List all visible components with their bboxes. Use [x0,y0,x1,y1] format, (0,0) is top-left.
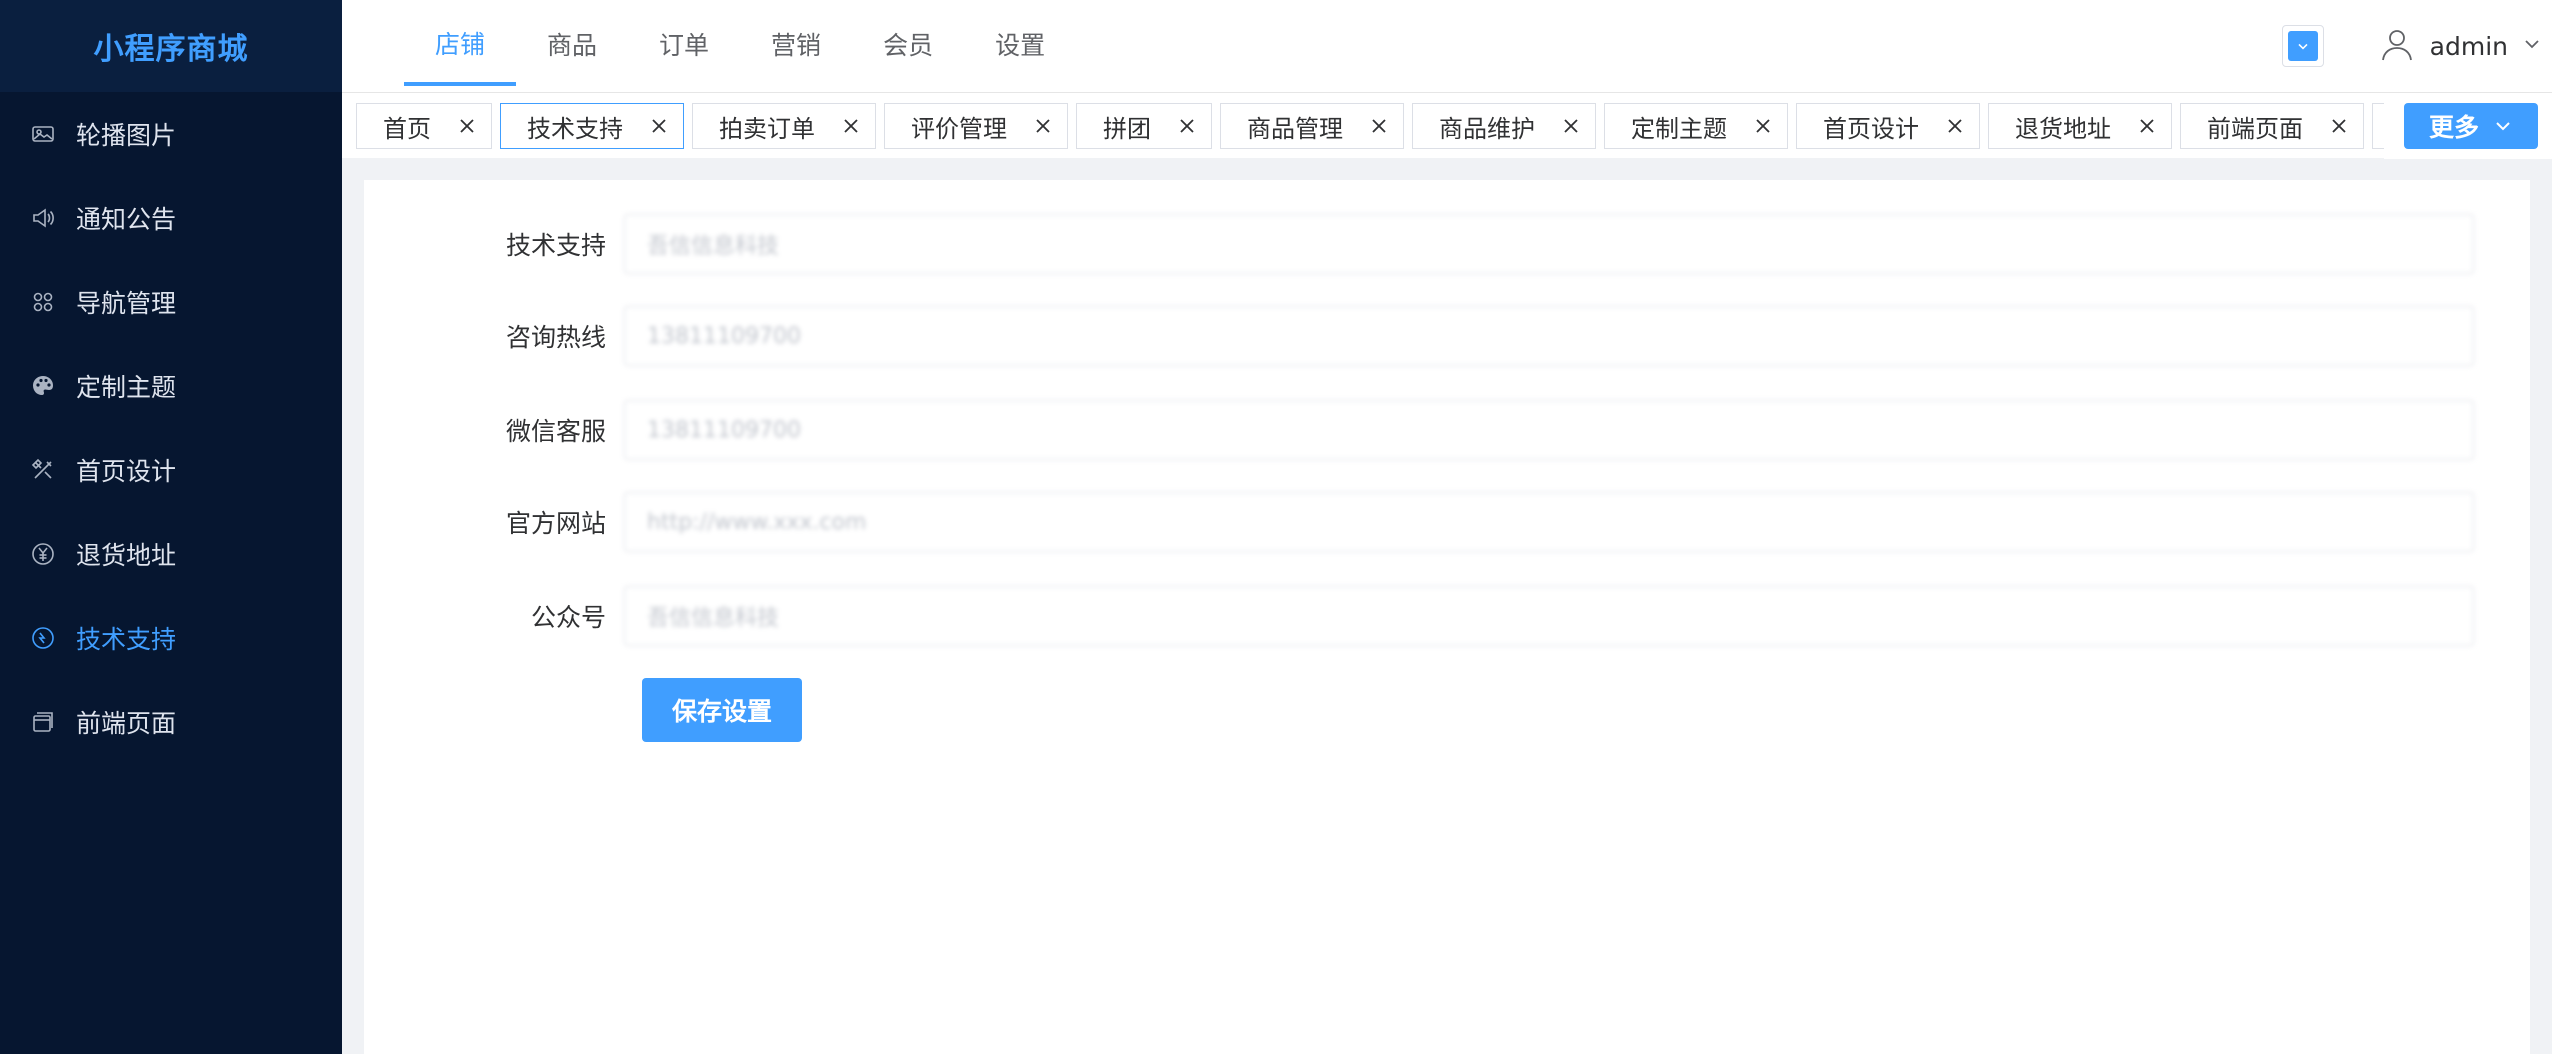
website-input[interactable] [624,492,2474,552]
nav-item-settings[interactable]: 设置 [964,0,1076,88]
close-icon[interactable] [457,116,477,136]
tab-label: 商品管理 [1247,114,1343,143]
picture-icon [30,121,56,147]
settings-form-panel: 技术支持 咨询热线 微信客服 官方网站 公众号 保存设置 [364,180,2530,1054]
nav-item-products[interactable]: 商品 [516,0,628,88]
chevron-down-icon [2496,122,2510,131]
close-icon[interactable] [649,116,669,136]
logo: 小程序商城 [0,0,342,92]
app-root: 小程序商城 轮播图片 通知公告 导航管理 定制主题 首页设计 退货地址 技术支持… [0,0,2552,1054]
sidebar-item-label: 退货地址 [76,541,177,570]
user-avatar-icon [2378,25,2416,67]
hotline-input[interactable] [624,306,2474,366]
tab-label: 退货地址 [2015,114,2111,143]
tab-auction-orders[interactable]: 拍卖订单 [692,103,876,149]
sidebar-item-label: 轮播图片 [76,121,177,150]
nav-item-members[interactable]: 会员 [852,0,964,88]
field-label: 公众号 [530,603,606,632]
tab-label: 首页 [383,114,431,143]
sidebar-item-label: 技术支持 [76,625,177,654]
tab-label: 前端页面 [2207,114,2303,143]
tab-reviews[interactable]: 评价管理 [884,103,1068,149]
tab-group-buy[interactable]: 拼团 [1076,103,1212,149]
close-icon[interactable] [1561,116,1581,136]
sidebar-item-label: 前端页面 [76,709,177,738]
form-row-tech-support: 技术支持 [364,214,2474,274]
form-row-wechat-service: 微信客服 [364,400,2474,460]
header-right: admin [2281,0,2552,92]
chevron-down-icon [2287,31,2318,61]
tab-tech-support[interactable]: 技术支持 [500,103,684,149]
more-tabs-button[interactable]: 更多 [2404,103,2538,149]
save-settings-button[interactable]: 保存设置 [642,678,802,742]
close-icon[interactable] [1945,116,1965,136]
tab-home-design[interactable]: 首页设计 [1796,103,1980,149]
field-label: 微信客服 [505,417,606,446]
tab-product-maintenance[interactable]: 商品维护 [1412,103,1596,149]
close-icon[interactable] [1177,116,1197,136]
sidebar-item-return-address[interactable]: 退货地址 [0,512,342,596]
sidebar-item-navigation[interactable]: 导航管理 [0,260,342,344]
tab-label: 首页设计 [1823,114,1919,143]
tab-label: 拼团 [1103,114,1151,143]
tab-label: 商品维护 [1439,114,1535,143]
yen-circle-icon [30,541,56,567]
sidebar-item-notice[interactable]: 通知公告 [0,176,342,260]
sidebar-item-home-design[interactable]: 首页设计 [0,428,342,512]
close-icon[interactable] [2329,116,2349,136]
top-header: 店铺 商品 订单 营销 会员 设置 admin [342,0,2552,92]
sidebar-item-label: 定制主题 [76,373,177,402]
tab-label: 拍卖订单 [719,114,815,143]
field-label: 官方网站 [505,509,606,538]
sidebar-item-label: 通知公告 [76,205,177,234]
palette-icon [30,373,56,399]
top-nav: 店铺 商品 订单 营销 会员 设置 [404,0,1076,92]
close-icon[interactable] [2137,116,2157,136]
tab-label: 定制主题 [1631,114,1727,143]
grid-icon [30,289,56,315]
tab-label: 技术支持 [527,114,623,143]
field-label: 技术支持 [505,231,606,260]
tab-custom-theme[interactable]: 定制主题 [1604,103,1788,149]
sidebar-item-tech-support[interactable]: 技术支持 [0,596,342,680]
more-label: 更多 [2428,113,2479,142]
form-row-hotline: 咨询热线 [364,306,2474,366]
tech-support-input[interactable] [624,214,2474,274]
chevron-down-icon [2522,34,2542,58]
sidebar-item-label: 导航管理 [76,289,177,318]
close-icon[interactable] [1753,116,1773,136]
tab-frontend-pages[interactable]: 前端页面 [2180,103,2364,149]
close-icon[interactable] [1033,116,1053,136]
nav-item-store[interactable]: 店铺 [404,0,517,86]
wechat-service-input[interactable] [624,400,2474,460]
nav-item-marketing[interactable]: 营销 [740,0,852,88]
support-icon [30,625,56,651]
form-row-official-account: 公众号 [364,586,2474,646]
form-row-website: 官方网站 [364,492,2474,552]
tab-label: 评价管理 [911,114,1007,143]
sidebar-item-label: 首页设计 [76,457,177,486]
field-label: 咨询热线 [505,323,606,352]
dropdown-toggle-button[interactable] [2281,25,2324,67]
sidebar-menu: 轮播图片 通知公告 导航管理 定制主题 首页设计 退货地址 技术支持 前端页面 [0,92,342,764]
user-menu[interactable]: admin [2378,25,2542,67]
official-account-input[interactable] [624,586,2474,646]
tabs-bar: 首页 技术支持 拍卖订单 评价管理 拼团 商品管理 商品维护 定制主题 首页设计… [342,92,2552,159]
tab-return-address[interactable]: 退货地址 [1988,103,2172,149]
sidebar-item-theme[interactable]: 定制主题 [0,344,342,428]
sidebar: 小程序商城 轮播图片 通知公告 导航管理 定制主题 首页设计 退货地址 技术支持… [0,0,342,1054]
username: admin [2429,31,2508,61]
nav-item-orders[interactable]: 订单 [628,0,740,88]
open-tabs: 首页 技术支持 拍卖订单 评价管理 拼团 商品管理 商品维护 定制主题 首页设计… [356,103,2440,149]
close-icon[interactable] [841,116,861,136]
speaker-icon [30,205,56,231]
tab-home[interactable]: 首页 [356,103,492,149]
tab-product-management[interactable]: 商品管理 [1220,103,1404,149]
close-icon[interactable] [1369,116,1389,136]
pages-icon [30,709,56,735]
sidebar-item-carousel[interactable]: 轮播图片 [0,92,342,176]
sidebar-item-frontend-pages[interactable]: 前端页面 [0,680,342,764]
design-tools-icon [30,457,56,483]
